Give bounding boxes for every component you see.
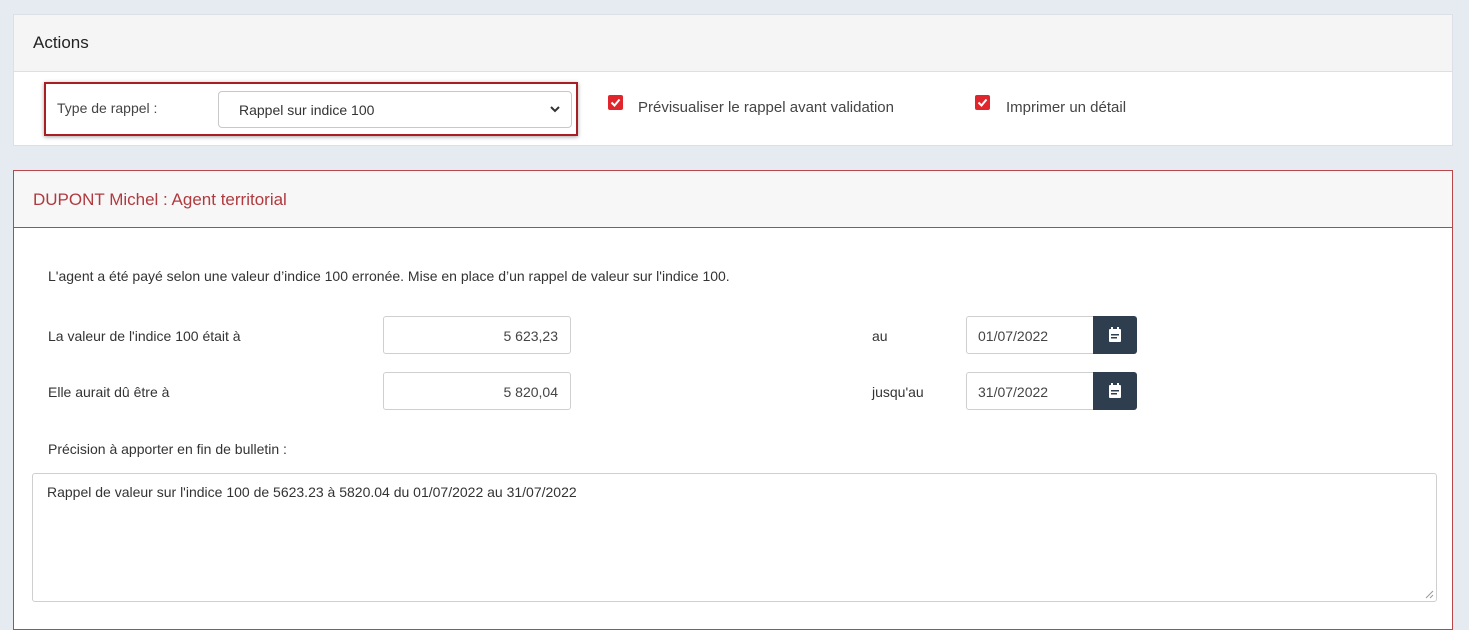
check-icon <box>977 98 988 107</box>
start-date-input[interactable]: 01/07/2022 <box>966 316 1094 354</box>
type-rappel-select[interactable]: Rappel sur indice 100 <box>218 91 572 128</box>
end-date-input[interactable]: 31/07/2022 <box>966 372 1094 410</box>
precision-text: Rappel de valeur sur l'indice 100 de 562… <box>47 484 577 500</box>
calendar-icon <box>1109 383 1121 398</box>
agent-title: DUPONT Michel : Agent territorial <box>33 190 287 209</box>
print-detail-checkbox[interactable] <box>975 95 990 110</box>
actions-panel: Actions Type de rappel : Rappel sur indi… <box>13 14 1453 146</box>
type-rappel-label: Type de rappel : <box>57 100 158 116</box>
start-date-label: au <box>872 328 888 344</box>
correct-index-input[interactable]: 5 820,04 <box>383 372 571 410</box>
resize-grip-icon[interactable] <box>1424 589 1434 599</box>
agent-description: L'agent a été payé selon une valeur d’in… <box>48 268 730 284</box>
old-index-label: La valeur de l'indice 100 était à <box>48 328 241 344</box>
start-date-calendar-button[interactable] <box>1093 316 1137 354</box>
actions-header: Actions <box>14 15 1452 72</box>
agent-panel: DUPONT Michel : Agent territorial L'agen… <box>13 170 1453 630</box>
correct-index-value: 5 820,04 <box>503 384 559 400</box>
end-date-label: jusqu'au <box>872 384 924 400</box>
end-date-calendar-button[interactable] <box>1093 372 1137 410</box>
precision-label: Précision à apporter en fin de bulletin … <box>48 441 287 457</box>
old-index-input[interactable]: 5 623,23 <box>383 316 571 354</box>
preview-checkbox[interactable] <box>608 95 623 110</box>
precision-textarea[interactable]: Rappel de valeur sur l'indice 100 de 562… <box>32 473 1437 602</box>
end-date-value: 31/07/2022 <box>978 384 1049 400</box>
check-icon <box>610 98 621 107</box>
old-index-value: 5 623,23 <box>503 328 559 344</box>
correct-index-label: Elle aurait dû être à <box>48 384 170 400</box>
print-detail-checkbox-label[interactable]: Imprimer un détail <box>1006 99 1126 116</box>
preview-checkbox-label[interactable]: Prévisualiser le rappel avant validation <box>638 99 894 116</box>
actions-title: Actions <box>33 33 89 52</box>
chevron-down-icon <box>550 106 560 113</box>
type-rappel-group: Type de rappel : Rappel sur indice 100 <box>44 82 578 136</box>
calendar-icon <box>1109 327 1121 342</box>
type-rappel-select-value: Rappel sur indice 100 <box>239 102 375 118</box>
start-date-value: 01/07/2022 <box>978 328 1049 344</box>
agent-header: DUPONT Michel : Agent territorial <box>14 171 1452 228</box>
